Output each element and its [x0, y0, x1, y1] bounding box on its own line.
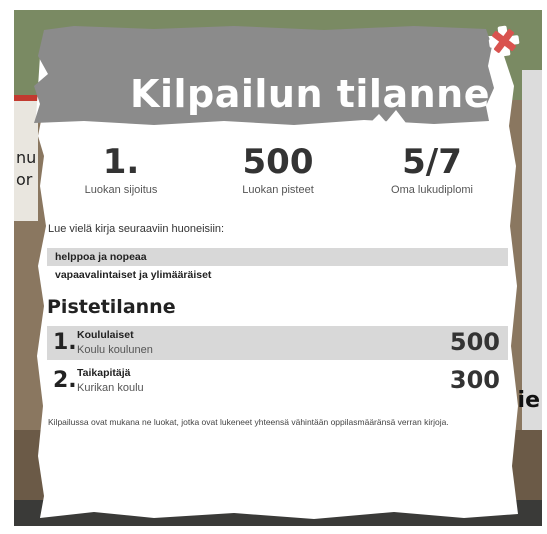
game-screen: nu or ie Kilpailun tilanne 1. Luokan sij…: [0, 0, 547, 534]
stat-class-points: 500 Luokan pisteet: [203, 142, 353, 196]
stat-reading-diploma: 5/7 Oma lukudiplomi: [357, 142, 507, 196]
stat-label: Oma lukudiplomi: [391, 184, 473, 196]
standings-row: 1. Koululaiset Koulu koulunen 500: [47, 326, 508, 360]
standings-row: 2. Taikapitäjä Kurikan koulu 300: [47, 364, 508, 398]
background-text-fragment: or: [16, 170, 33, 189]
standings-school: Koulu koulunen: [77, 344, 153, 356]
standings-heading: Pistetilanne: [47, 296, 176, 318]
standings-points: 500: [449, 328, 500, 356]
rooms-intro: Lue vielä kirja seuraaviin huoneisiin:: [48, 223, 225, 235]
stat-value: 5/7: [402, 142, 462, 182]
stat-label: Luokan sijoitus: [84, 184, 158, 196]
background-right-card: [522, 70, 542, 430]
standings-rank: 1.: [53, 330, 77, 355]
stat-value: 500: [242, 142, 314, 182]
standings-class-name: Koululaiset: [77, 329, 134, 341]
room-item[interactable]: vapaavalintaiset ja ylimääräiset: [47, 266, 508, 284]
competition-footnote: Kilpailussa ovat mukana ne luokat, jotka…: [48, 417, 449, 427]
standings-school: Kurikan koulu: [77, 382, 144, 394]
stat-value: 1.: [102, 142, 140, 182]
close-x-icon[interactable]: [485, 22, 523, 60]
stat-label: Luokan pisteet: [242, 184, 314, 196]
stat-class-rank: 1. Luokan sijoitus: [46, 142, 196, 196]
modal-title: Kilpailun tilanne: [130, 72, 490, 116]
standings-points: 300: [449, 366, 500, 394]
room-item[interactable]: helppoa ja nopeaa: [47, 248, 508, 266]
standings-class-name: Taikapitäjä: [77, 367, 131, 379]
standings-rank: 2.: [53, 368, 77, 393]
background-text-fragment: ie: [517, 388, 540, 413]
